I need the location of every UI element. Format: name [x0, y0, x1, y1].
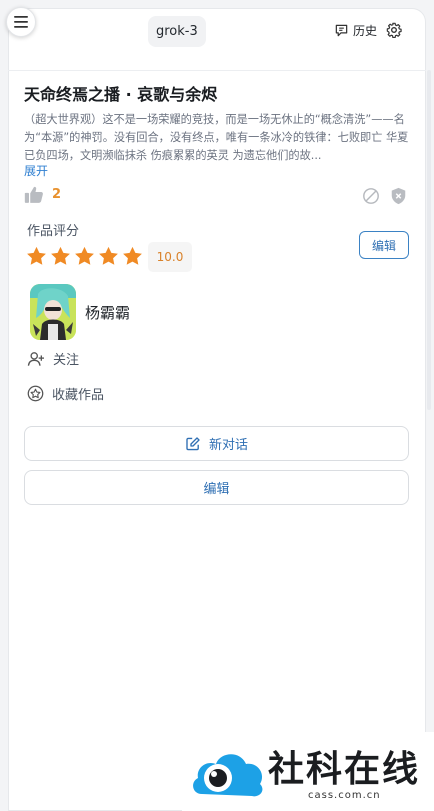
star-icon — [51, 246, 70, 265]
star-icon — [99, 246, 118, 265]
block-button[interactable] — [362, 187, 380, 209]
cloud-logo-icon — [193, 754, 263, 797]
history-label: 历史 — [353, 24, 378, 38]
follow-button[interactable]: 关注 — [27, 349, 79, 368]
watermark: 社科在线 cass.com.cn — [182, 732, 434, 811]
expand-link[interactable]: 展开 — [24, 162, 48, 179]
rating-score: 10.0 — [148, 242, 192, 272]
add-user-icon — [27, 351, 44, 366]
author-name[interactable]: 杨霸霸 — [85, 302, 130, 323]
collect-button[interactable]: 收藏作品 — [27, 384, 104, 403]
top-bar — [8, 8, 426, 71]
new-chat-label: 新对话 — [208, 438, 248, 453]
watermark-text: 社科在线 — [268, 748, 421, 790]
star-icon — [27, 246, 46, 265]
hamburger-menu-icon — [14, 16, 28, 28]
new-chat-button[interactable]: 新对话 — [24, 426, 409, 461]
model-name: grok-3 — [156, 24, 198, 39]
thumbs-up-icon — [24, 186, 43, 203]
collect-label: 收藏作品 — [52, 388, 105, 403]
star-circle-icon — [27, 385, 44, 402]
history-button[interactable]: 历史 — [334, 22, 377, 39]
edit-label: 编辑 — [203, 482, 230, 497]
ban-icon — [363, 188, 379, 204]
follow-label: 关注 — [53, 353, 80, 368]
scrollbar[interactable] — [427, 70, 431, 410]
model-selector[interactable]: grok-3 — [148, 16, 206, 47]
like-group[interactable]: 2 — [24, 185, 61, 204]
author-avatar[interactable] — [30, 284, 76, 340]
settings-button[interactable] — [386, 22, 402, 42]
edit-square-icon — [186, 436, 200, 450]
avatar-image — [30, 284, 76, 340]
gear-icon — [386, 22, 402, 39]
shield-icon — [391, 187, 406, 205]
star-icon — [123, 246, 142, 265]
rating-label: 作品评分 — [27, 224, 80, 239]
rating-edit-button[interactable]: 编辑 — [359, 231, 409, 259]
star-icon — [75, 246, 94, 265]
rating-stars[interactable] — [26, 246, 143, 266]
chat-history-icon — [335, 24, 348, 37]
work-title: 天命终焉之播 · 哀歌与余烬 — [24, 85, 218, 104]
watermark-subtext: cass.com.cn — [308, 790, 381, 801]
report-button[interactable] — [390, 187, 407, 209]
menu-button[interactable] — [6, 7, 36, 37]
like-count: 2 — [52, 187, 62, 202]
work-description: （超大世界观）这不是一场荣耀的竞技，而是一场无休止的“概念清洗”——名为“本源”… — [24, 113, 409, 162]
edit-button[interactable]: 编辑 — [24, 470, 409, 505]
